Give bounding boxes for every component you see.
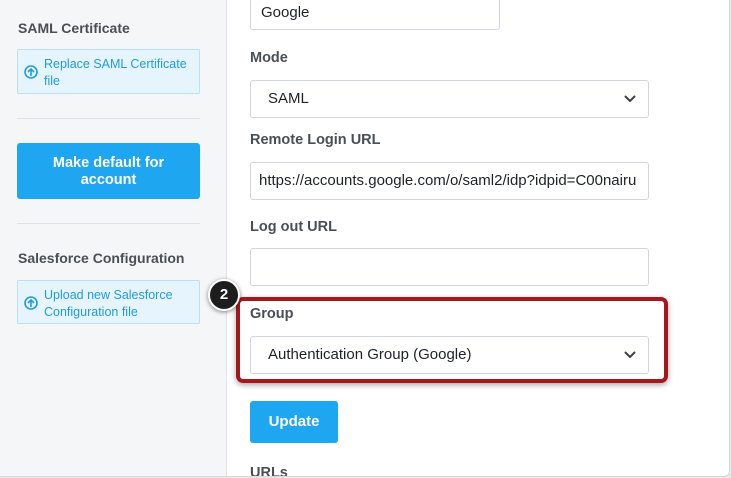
mode-label: Mode — [250, 50, 288, 66]
urls-label: URLs — [250, 465, 288, 477]
saml-certificate-heading: SAML Certificate — [18, 20, 130, 36]
sidebar-divider — [17, 223, 200, 224]
replace-saml-certificate-label: Replace SAML Certificate file — [44, 57, 187, 88]
upload-salesforce-config-label: Upload new Salesforce Configuration file — [44, 288, 173, 319]
upload-arrow-icon — [24, 65, 38, 79]
sidebar-divider — [17, 118, 200, 119]
remote-login-url-input[interactable]: https://accounts.google.com/o/saml2/idp?… — [250, 162, 649, 200]
make-default-button[interactable]: Make default for account — [17, 143, 200, 199]
chevron-down-icon — [624, 95, 636, 102]
settings-panel: SAML Certificate Replace SAML Certificat… — [0, 0, 730, 477]
replace-saml-certificate-link[interactable]: Replace SAML Certificate file — [17, 49, 200, 94]
update-button[interactable]: Update — [250, 401, 338, 443]
name-field[interactable]: Google — [250, 0, 500, 30]
salesforce-configuration-heading: Salesforce Configuration — [18, 250, 185, 266]
remote-login-url-label: Remote Login URL — [250, 132, 381, 148]
logout-url-input[interactable] — [250, 248, 649, 286]
group-highlight-box — [236, 297, 668, 383]
mode-select-value: SAML — [268, 90, 309, 107]
upload-salesforce-config-link[interactable]: Upload new Salesforce Configuration file — [17, 280, 200, 324]
logout-url-label: Log out URL — [250, 219, 337, 235]
step-number-badge: 2 — [208, 279, 240, 311]
sidebar: SAML Certificate Replace SAML Certificat… — [0, 0, 227, 476]
mode-select[interactable]: SAML — [250, 80, 649, 118]
upload-arrow-icon — [24, 296, 38, 310]
